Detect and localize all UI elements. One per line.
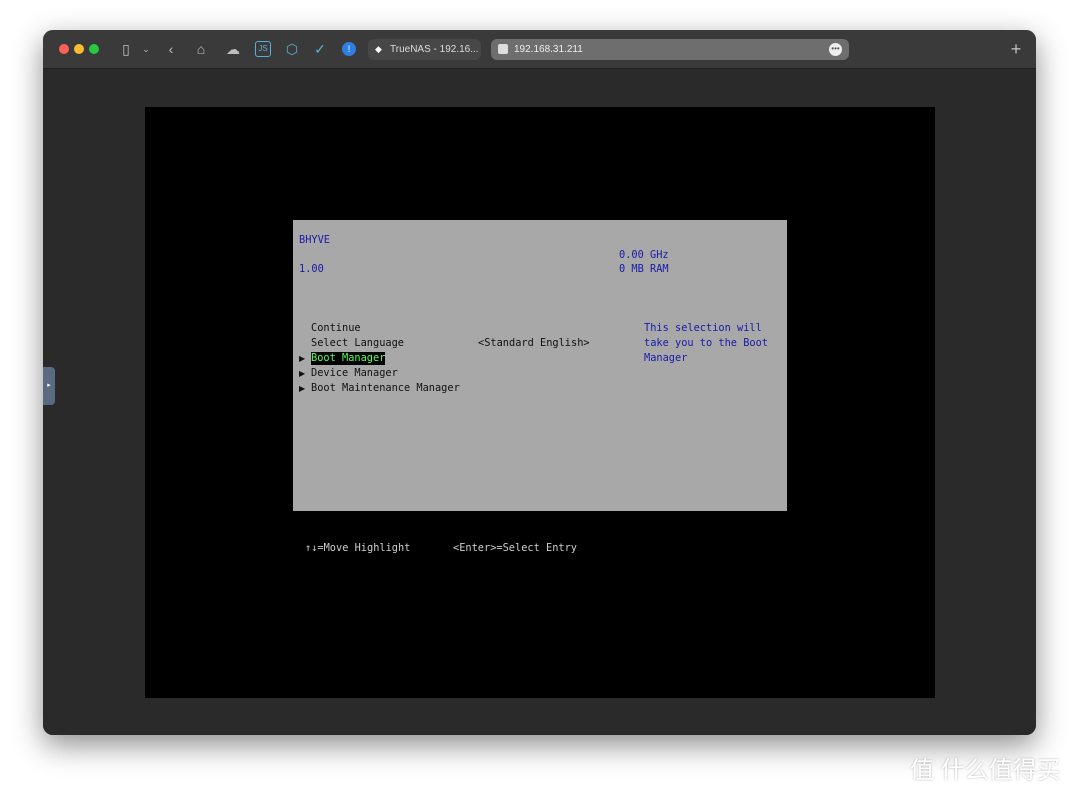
menu-device-manager[interactable]: Device Manager: [311, 367, 398, 380]
address-text: 192.168.31.211: [514, 44, 583, 55]
footer-move-hint: ↑↓=Move Highlight: [305, 542, 411, 554]
password-icon[interactable]: !: [342, 42, 356, 56]
footer-enter-hint: <Enter>=Select Entry: [453, 542, 577, 554]
help-text-line: This selection will: [644, 322, 762, 334]
tab-truenas[interactable]: ◆ TrueNAS - 192.16...: [368, 39, 481, 60]
truenas-icon: ◆: [375, 44, 382, 54]
minimize-button[interactable]: [74, 44, 84, 54]
cube-icon[interactable]: ⬡: [283, 39, 301, 59]
chevron-down-icon[interactable]: ⌄: [141, 39, 151, 59]
sidebar-icon[interactable]: ▯: [117, 39, 135, 59]
back-icon[interactable]: ‹: [163, 39, 179, 59]
browser-window: ▯ ⌄ ‹ ⌂ ☁ JS ⬡ ✓ ! ◆ TrueNAS - 192.16...…: [43, 30, 1036, 735]
menu-select-language[interactable]: Select Language: [311, 337, 404, 350]
tab-title: TrueNAS - 192.16...: [390, 44, 479, 55]
bios-panel: BHYVE 0.00 GHz 1.00 0 MB RAM Continue Se…: [293, 220, 787, 511]
submenu-arrow-icon: ▶: [299, 354, 306, 363]
language-value[interactable]: <Standard English>: [478, 337, 590, 350]
menu-continue[interactable]: Continue: [311, 322, 361, 335]
home-icon[interactable]: ⌂: [192, 39, 210, 59]
close-button[interactable]: [59, 44, 69, 54]
site-icon: [498, 44, 508, 54]
menu-boot-maintenance-manager[interactable]: Boot Maintenance Manager: [311, 382, 460, 395]
zoom-button[interactable]: [89, 44, 99, 54]
more-icon[interactable]: •••: [829, 43, 842, 56]
watermark-logo: 值 什么值得买: [910, 757, 1061, 784]
bios-vendor: BHYVE: [299, 234, 330, 246]
vm-screen[interactable]: BHYVE 0.00 GHz 1.00 0 MB RAM Continue Se…: [145, 107, 935, 698]
help-text-line: take you to the Boot: [644, 337, 768, 349]
sidebar-toggle[interactable]: ▸: [43, 367, 55, 405]
cloud-icon[interactable]: ☁: [223, 39, 243, 59]
vm-console: ▸ BHYVE 0.00 GHz 1.00 0 MB RAM Continue …: [43, 70, 1036, 735]
address-bar[interactable]: 192.168.31.211 •••: [491, 39, 849, 60]
js-icon[interactable]: JS: [255, 41, 271, 57]
menu-boot-manager[interactable]: Boot Manager: [311, 352, 386, 365]
submenu-arrow-icon: ▶: [299, 384, 306, 393]
help-text-line: Manager: [644, 352, 688, 364]
bios-version: 1.00: [299, 263, 324, 275]
submenu-arrow-icon: ▶: [299, 369, 306, 378]
new-tab-button[interactable]: +: [1006, 39, 1026, 59]
ram-size: 0 MB RAM: [619, 263, 669, 275]
browser-toolbar: ▯ ⌄ ‹ ⌂ ☁ JS ⬡ ✓ ! ◆ TrueNAS - 192.16...…: [43, 30, 1036, 69]
cpu-speed: 0.00 GHz: [619, 249, 669, 261]
check-icon[interactable]: ✓: [311, 39, 329, 59]
